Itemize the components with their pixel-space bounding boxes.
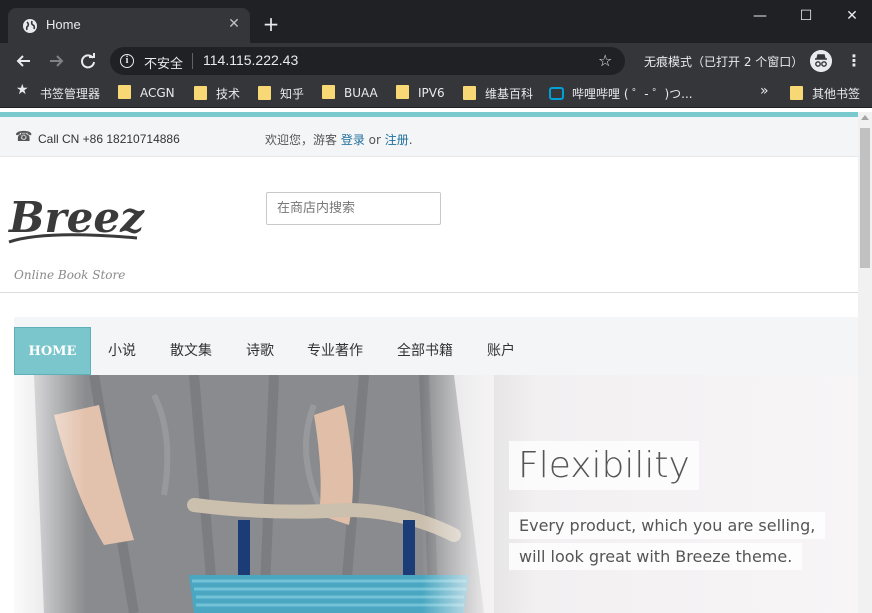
top-info-bar: ☎ Call CN +86 18210714886 欢迎您，游客 登录 or 注… — [0, 117, 858, 157]
phone-icon: ☎ — [15, 129, 33, 145]
hero-title: Flexibility — [509, 441, 699, 490]
scroll-up-icon[interactable] — [861, 115, 869, 120]
forward-icon[interactable] — [46, 51, 66, 71]
site-logo[interactable]: Breeze — [5, 184, 145, 254]
welcome-message: 欢迎您，游客 登录 or 注册. — [265, 133, 413, 147]
register-link[interactable]: 注册 — [385, 133, 409, 147]
tagline: Online Book Store — [14, 268, 126, 282]
folder-icon — [258, 86, 271, 100]
close-window-icon[interactable]: ✕ — [842, 6, 862, 26]
bookmark-manager[interactable]: 书签管理器 — [40, 85, 100, 101]
browser-toolbar: i 不安全 114.115.222.43 ☆ 无痕模式（已打开 2 个窗口） ⋮ — [0, 43, 872, 79]
bookmark-bilibili[interactable]: 哔哩哔哩 ( ゜- ゜)つ... — [549, 85, 693, 101]
nav-all-books[interactable]: 全部书籍 — [397, 327, 453, 375]
star-icon: ★ — [16, 82, 29, 98]
hero-subtitle-line-2: will look great with Breeze theme. — [509, 543, 803, 570]
store-search-input[interactable] — [266, 192, 441, 225]
address-bar[interactable]: i 不安全 114.115.222.43 ☆ — [110, 47, 625, 75]
tab-title: Home — [46, 17, 81, 32]
nav-fiction[interactable]: 小说 — [108, 327, 136, 375]
incognito-icon[interactable] — [810, 50, 832, 72]
bookmark-acgn[interactable]: ACGN — [118, 85, 175, 101]
bookmark-wikipedia[interactable]: 维基百科 — [463, 85, 533, 101]
nav-essays[interactable]: 散文集 — [170, 327, 212, 375]
new-tab-button[interactable]: + — [262, 14, 280, 34]
back-icon[interactable] — [14, 51, 34, 71]
hero-subtitle-line-1: Every product, which you are selling, — [509, 512, 826, 539]
browser-tab-strip: Home ✕ + — ☐ ✕ — [0, 0, 872, 43]
close-tab-icon[interactable]: ✕ — [226, 16, 242, 32]
folder-icon — [118, 85, 131, 99]
main-navigation: HOME 小说 散文集 诗歌 专业著作 全部书籍 账户 — [14, 317, 858, 375]
bookmarks-bar: ★ 书签管理器 ACGN 技术 知乎 BUAA IPV6 维基百科 哔哩哔哩 (… — [0, 79, 872, 108]
folder-icon — [790, 86, 803, 100]
browser-tab[interactable]: Home ✕ — [8, 8, 250, 43]
site-header: Breeze Online Book Store — [0, 158, 858, 293]
bilibili-icon — [549, 87, 564, 100]
folder-icon — [463, 86, 476, 100]
nav-professional[interactable]: 专业著作 — [307, 327, 363, 375]
phone-number: Call CN +86 18210714886 — [38, 132, 180, 146]
login-link[interactable]: 登录 — [341, 133, 365, 147]
bookmark-ipv6[interactable]: IPV6 — [396, 85, 445, 101]
bookmark-star-icon[interactable]: ☆ — [598, 51, 612, 70]
incognito-label[interactable]: 无痕模式（已打开 2 个窗口） — [644, 53, 803, 70]
other-bookmarks[interactable]: 其他书签 — [790, 85, 860, 101]
menu-icon[interactable]: ⋮ — [846, 50, 862, 72]
reload-icon[interactable] — [78, 51, 98, 71]
folder-icon — [194, 86, 207, 100]
nav-home[interactable]: HOME — [14, 327, 91, 375]
globe-icon — [23, 19, 37, 33]
page-scrollbar[interactable] — [858, 112, 872, 613]
nav-poetry[interactable]: 诗歌 — [246, 327, 274, 375]
info-icon[interactable]: i — [120, 54, 134, 68]
hero-slider[interactable]: Flexibility Every product, which you are… — [14, 375, 858, 613]
nav-account[interactable]: 账户 — [487, 327, 515, 375]
maximize-icon[interactable]: ☐ — [796, 6, 816, 26]
divider — [192, 53, 193, 69]
bookmark-zhihu[interactable]: 知乎 — [258, 85, 304, 101]
bookmark-buaa[interactable]: BUAA — [322, 85, 378, 101]
minimize-icon[interactable]: — — [750, 6, 770, 26]
scroll-thumb[interactable] — [860, 128, 870, 268]
hero-photo — [14, 375, 494, 613]
bookmarks-overflow-button[interactable]: » — [760, 83, 769, 99]
bookmark-tech[interactable]: 技术 — [194, 85, 240, 101]
folder-icon — [396, 85, 409, 99]
folder-icon — [322, 85, 335, 99]
url-text[interactable]: 114.115.222.43 — [203, 52, 298, 68]
security-label[interactable]: 不安全 — [144, 53, 183, 72]
